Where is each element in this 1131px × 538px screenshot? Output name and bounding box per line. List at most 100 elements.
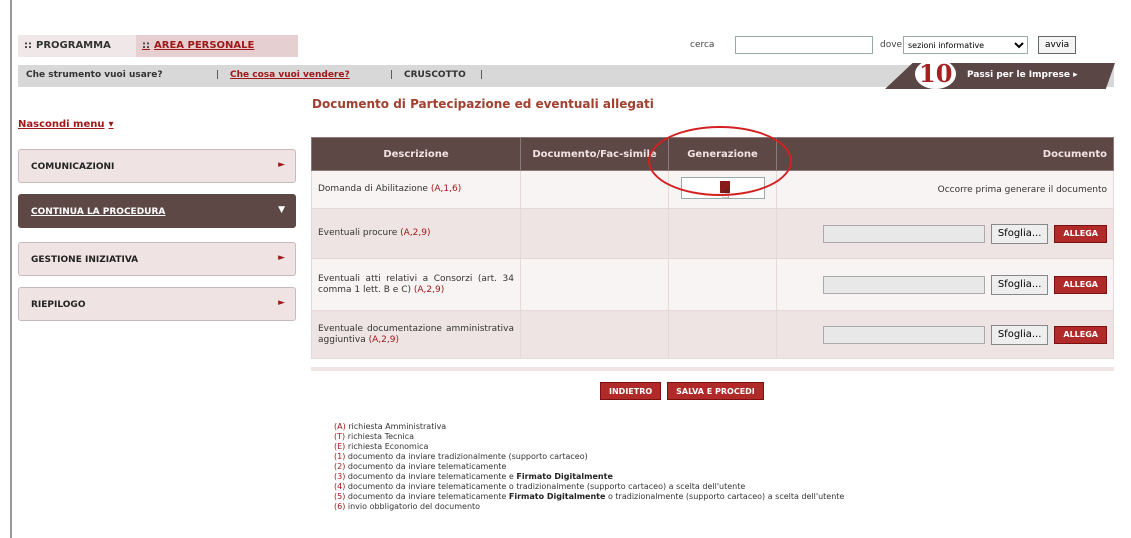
top-navigation: :: PROGRAMMA :: AREA PERSONALE xyxy=(18,35,298,57)
cell-documento: Sfoglia... ALLEGA xyxy=(776,310,1114,359)
legend-code: (T) xyxy=(334,432,346,441)
legend: (A) richiesta Amministrativa (T) richies… xyxy=(334,422,1094,512)
attach-button[interactable]: ALLEGA xyxy=(1054,224,1107,243)
triangle-right-icon: ► xyxy=(278,160,285,170)
legend-text: documento da inviare tradizionalmente (s… xyxy=(347,452,588,461)
caret-down-icon: ▾ xyxy=(108,119,114,130)
legend-item: (6) invio obbligatorio del documento xyxy=(334,502,1094,512)
hide-menu-link[interactable]: Nascondi menu ▾ xyxy=(18,119,114,130)
banner-text-label: Passi per le Imprese xyxy=(967,70,1070,80)
legend-code: (E) xyxy=(334,442,346,451)
arrow-right-icon: ▸ xyxy=(1073,70,1078,80)
section-select[interactable]: sezioni informative xyxy=(903,36,1028,54)
tab-prefix: :: xyxy=(142,40,150,51)
sidebar-item-label: GESTIONE INIZIATIVA xyxy=(31,255,139,265)
search-button[interactable]: avvia xyxy=(1038,36,1077,54)
legend-text: invio obbligatorio del documento xyxy=(347,502,481,511)
cell-descrizione: Eventuali procure (A,2,9) xyxy=(311,208,521,259)
cell-generazione xyxy=(668,310,777,359)
sidebar-item-comunicazioni[interactable]: COMUNICAZIONI ► xyxy=(18,149,296,183)
row-reference: (A,2,9) xyxy=(400,228,431,238)
link-strumento[interactable]: Che strumento vuoi usare? xyxy=(26,70,163,80)
legend-item: (4) documento da inviare telematicamente… xyxy=(334,482,1094,492)
cell-fac-simile xyxy=(520,208,669,259)
browse-button[interactable]: Sfoglia... xyxy=(990,324,1049,345)
legend-item: (2) documento da inviare telematicamente xyxy=(334,462,1094,472)
row-reference: (A,1,6) xyxy=(430,184,462,194)
upload-control: Sfoglia... ALLEGA xyxy=(822,274,1107,295)
legend-text: richiesta Tecnica xyxy=(347,432,415,441)
table-row: Eventuali atti relativi a Consorzi (art.… xyxy=(311,258,1114,311)
attach-button[interactable]: ALLEGA xyxy=(1054,275,1107,294)
sidebar-item-label: COMUNICAZIONI xyxy=(31,162,115,172)
divider xyxy=(311,367,1114,371)
cell-fac-simile xyxy=(520,310,669,359)
legend-text: richiesta Economica xyxy=(347,442,429,451)
triangle-right-icon: ► xyxy=(278,253,285,263)
row-description: Eventuali procure (A,2,9) xyxy=(318,228,514,239)
table-row: Eventuali procure (A,2,9) Sfoglia... ALL… xyxy=(311,208,1114,259)
ten-steps-banner[interactable]: 10 Passi per le Imprese ▸ xyxy=(885,59,1115,89)
separator: | xyxy=(480,70,484,80)
dove-label: dove xyxy=(880,40,903,50)
search-input[interactable] xyxy=(735,36,873,54)
back-button[interactable]: INDIETRO xyxy=(600,382,662,400)
tab-area-personale[interactable]: :: AREA PERSONALE xyxy=(136,35,298,57)
cell-fac-simile xyxy=(520,170,669,209)
legend-text: richiesta Amministrativa xyxy=(348,422,447,431)
file-path-field[interactable] xyxy=(822,224,985,243)
file-path-field[interactable] xyxy=(822,275,985,294)
legend-item: (E) richiesta Economica xyxy=(334,442,1094,452)
legend-item: (T) richiesta Tecnica xyxy=(334,432,1094,442)
tab-programma-label: PROGRAMMA xyxy=(36,40,111,51)
sidebar-item-label: RIEPILOGO xyxy=(31,300,86,310)
legend-item: (1) documento da inviare tradizionalment… xyxy=(334,452,1094,462)
legend-tail: o tradizionalmente (supporto cartaceo) a… xyxy=(607,492,845,501)
legend-bold: Firmato Digitalmente xyxy=(508,492,606,501)
sidebar-item-continua[interactable]: CONTINUA LA PROCEDURA ▼ xyxy=(18,194,296,228)
legend-code: (3) xyxy=(334,472,346,481)
browse-button[interactable]: Sfoglia... xyxy=(990,274,1049,295)
cell-fac-simile xyxy=(520,258,669,311)
cell-generazione xyxy=(668,208,777,259)
row-description-text: Eventuali procure xyxy=(318,228,398,238)
banner-number: 10 xyxy=(915,59,957,89)
legend-code: (2) xyxy=(334,462,346,471)
sidebar-item-label: CONTINUA LA PROCEDURA xyxy=(31,207,166,217)
tab-area-personale-label: AREA PERSONALE xyxy=(154,40,255,51)
banner-text: Passi per le Imprese ▸ xyxy=(967,70,1078,80)
tab-prefix: :: xyxy=(24,40,32,51)
legend-text: documento da inviare telematicamente xyxy=(347,492,507,501)
row-reference: (A,2,9) xyxy=(413,284,445,295)
tab-programma[interactable]: :: PROGRAMMA xyxy=(18,35,117,57)
triangle-down-icon: ▼ xyxy=(278,205,285,215)
legend-code: (A) xyxy=(334,422,346,431)
attach-button[interactable]: ALLEGA xyxy=(1054,325,1107,344)
legend-code: (5) xyxy=(334,492,346,501)
row-reference: (A,2,9) xyxy=(368,334,399,345)
legend-item: (3) documento da inviare telematicamente… xyxy=(334,472,1094,482)
row-description-text: Domanda di Abilitazione xyxy=(318,184,428,194)
row-description: Eventuale documentazione amministrativa … xyxy=(318,324,514,346)
browse-button[interactable]: Sfoglia... xyxy=(990,223,1049,244)
page-title: Documento di Partecipazione ed eventuali… xyxy=(312,97,654,111)
legend-bold: Firmato Digitalmente xyxy=(516,472,613,481)
legend-code: (4) xyxy=(334,482,346,491)
legend-item: (A) richiesta Amministrativa xyxy=(334,422,1094,432)
upload-control: Sfoglia... ALLEGA xyxy=(822,223,1107,244)
sidebar-item-riepilogo[interactable]: RIEPILOGO ► xyxy=(18,287,296,321)
cell-documento: Sfoglia... ALLEGA xyxy=(776,258,1114,311)
highlight-circle xyxy=(648,126,792,196)
link-cruscotto[interactable]: CRUSCOTTO xyxy=(404,70,466,80)
file-path-field[interactable] xyxy=(822,325,985,344)
cell-descrizione: Eventuale documentazione amministrativa … xyxy=(311,310,521,359)
legend-text: documento da inviare telematicamente xyxy=(347,462,507,471)
header-fac-simile: Documento/Fac-simile xyxy=(520,137,669,171)
sidebar-item-gestione[interactable]: GESTIONE INIZIATIVA ► xyxy=(18,242,296,276)
link-vendere[interactable]: Che cosa vuoi vendere? xyxy=(230,70,350,80)
row-description: Eventuali atti relativi a Consorzi (art.… xyxy=(318,274,514,296)
save-proceed-button[interactable]: SALVA E PROCEDI xyxy=(667,382,764,400)
row-description-text: Eventuale documentazione amministrativa … xyxy=(318,323,514,345)
cell-generazione xyxy=(668,258,777,311)
legend-code: (6) xyxy=(334,502,346,511)
